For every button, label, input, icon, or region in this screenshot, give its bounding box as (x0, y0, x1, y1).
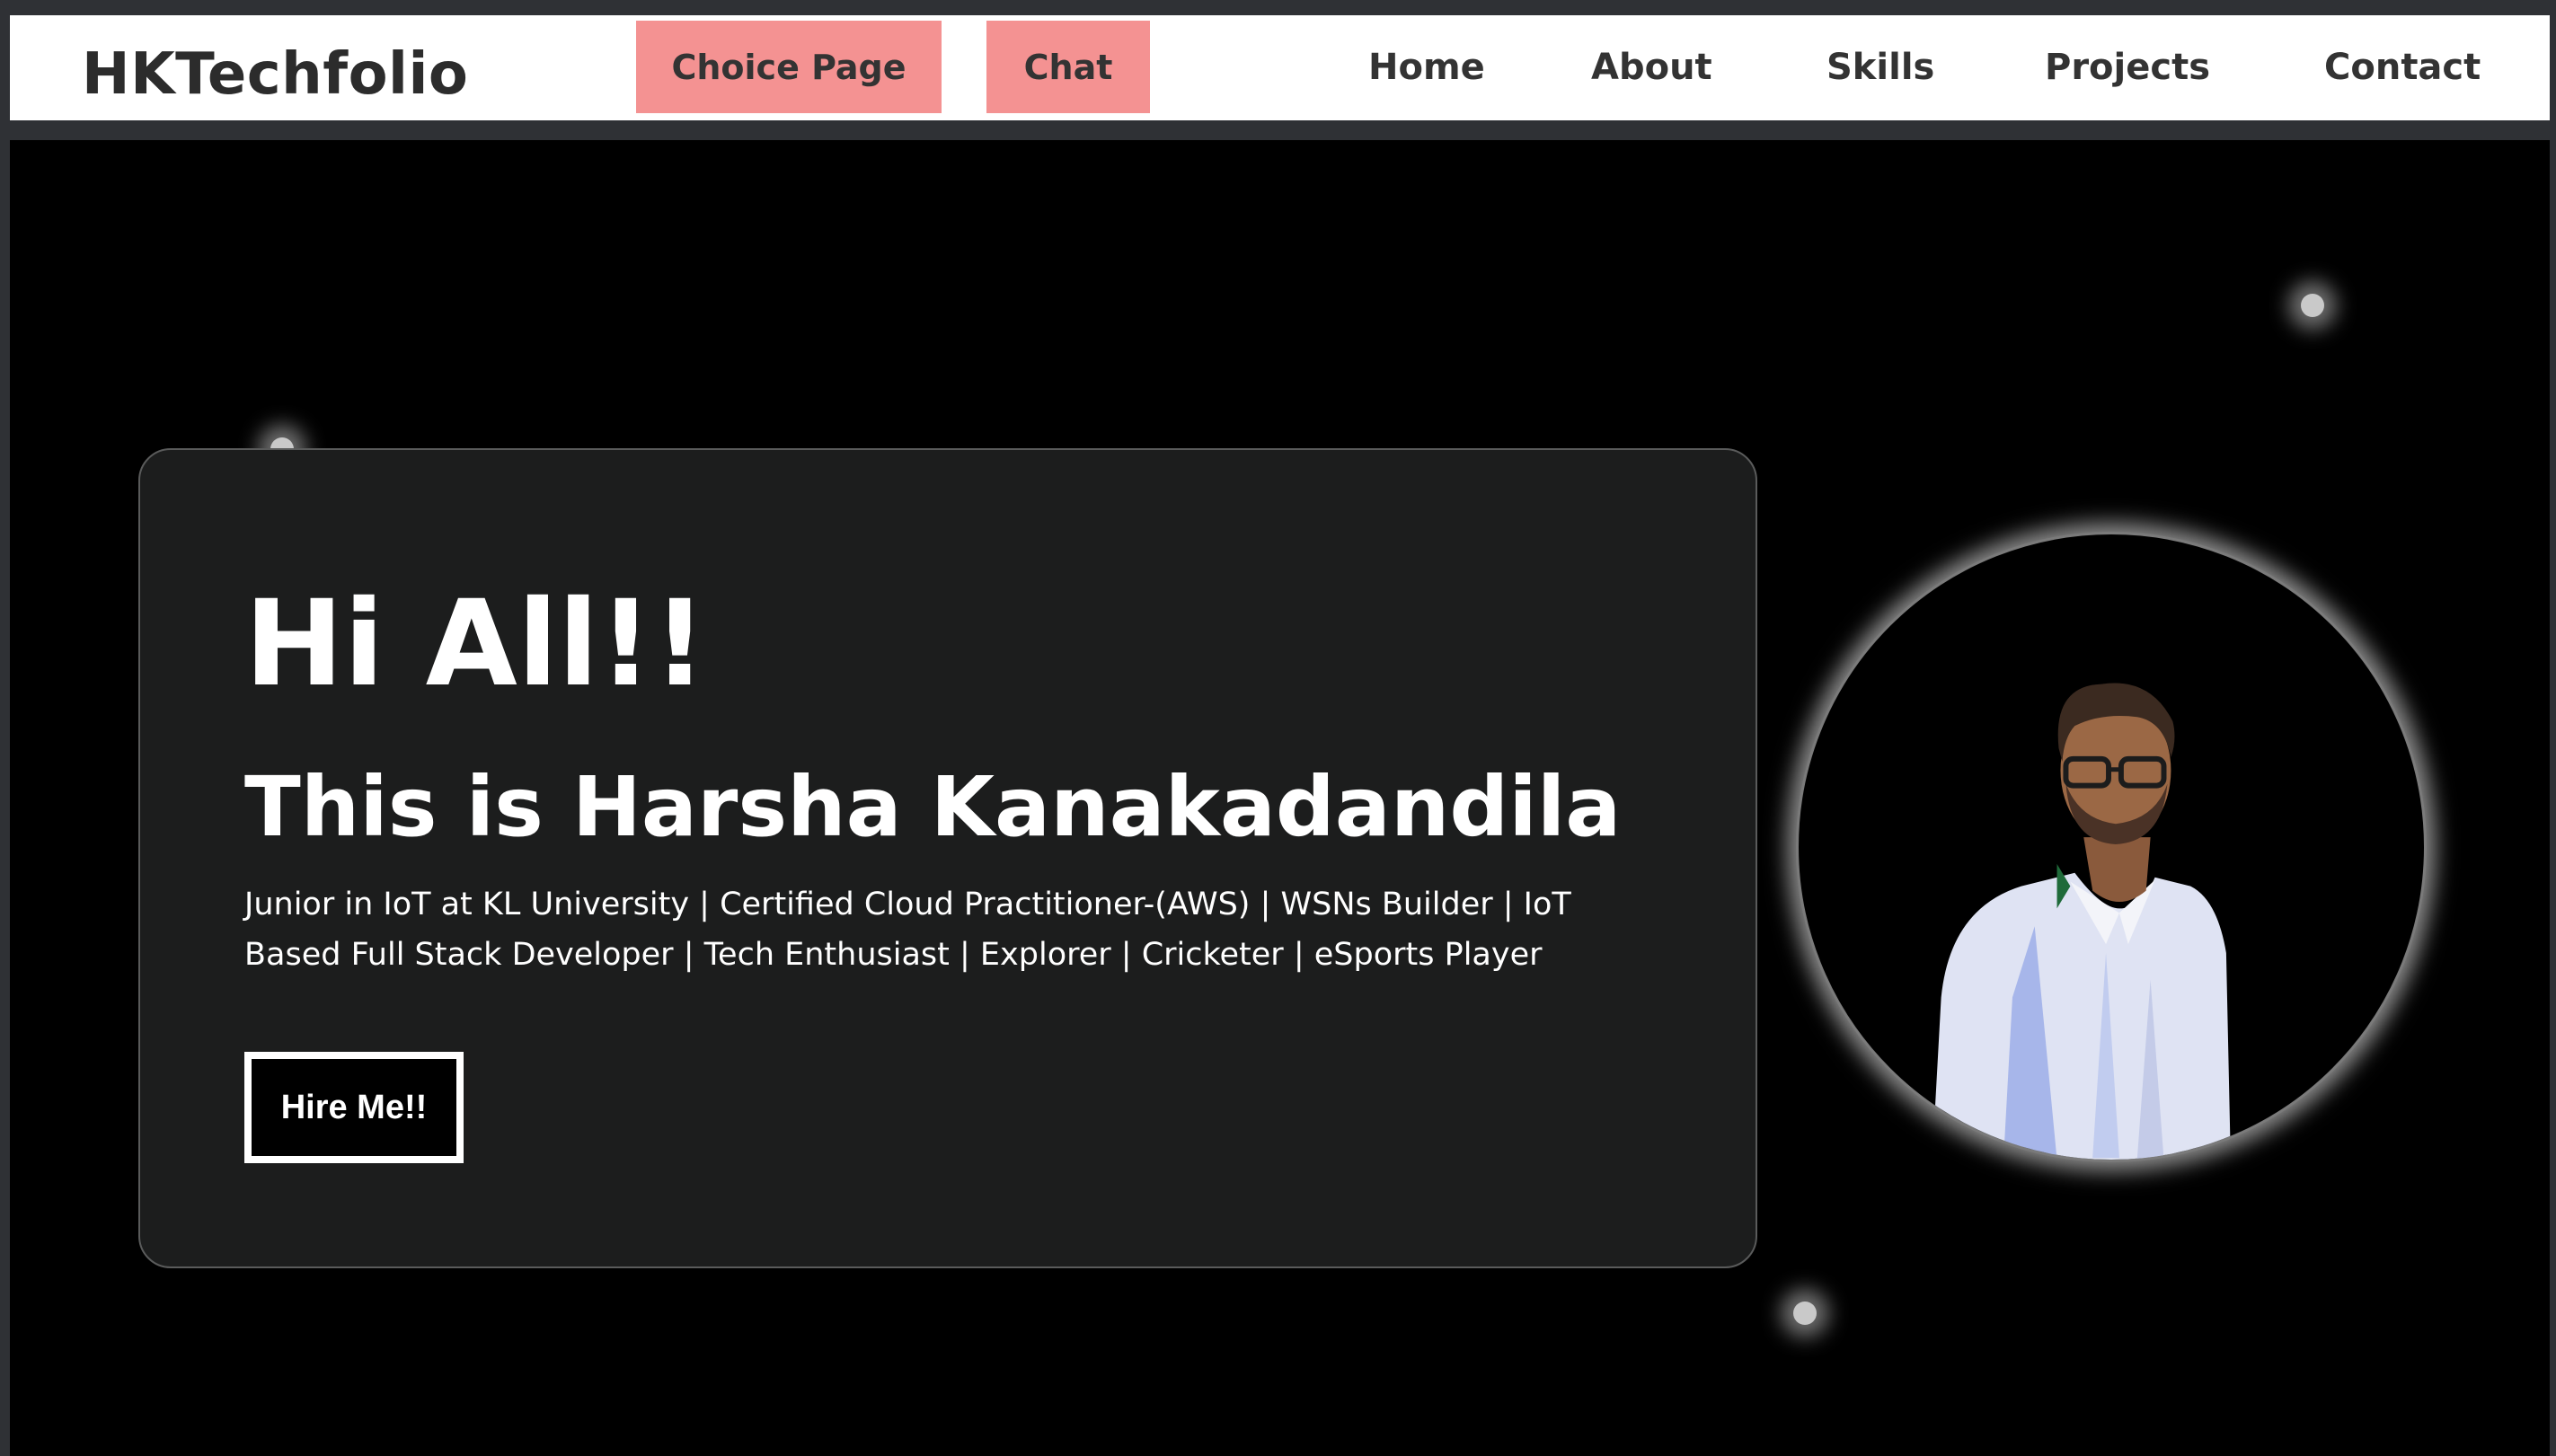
top-navbar: HKTechfolio Choice Page Chat Home About … (10, 15, 2550, 120)
page: HKTechfolio Choice Page Chat Home About … (0, 0, 2556, 1456)
hire-me-button[interactable]: Hire Me!! (244, 1052, 464, 1163)
chat-button[interactable]: Chat (986, 21, 1150, 113)
intro-card: Hi All!! This is Harsha Kanakadandila Ju… (138, 448, 1757, 1268)
person-illustration (1932, 683, 2231, 1160)
greeting-heading: Hi All!! (244, 575, 707, 713)
tagline-text: Junior in IoT at KL University | Certifi… (244, 887, 1571, 973)
choice-page-button[interactable]: Choice Page (636, 21, 942, 113)
nav-link-contact[interactable]: Contact (2324, 42, 2481, 93)
brand-logo[interactable]: HKTechfolio (82, 46, 468, 103)
profile-photo (1796, 532, 2427, 1162)
nav-link-home[interactable]: Home (1368, 42, 1485, 93)
nav-link-skills[interactable]: Skills (1826, 42, 1934, 93)
particle-glow (1793, 1302, 1817, 1325)
particle-glow (2301, 294, 2324, 317)
nav-link-projects[interactable]: Projects (2045, 42, 2210, 93)
hero-section: Hi All!! This is Harsha Kanakadandila Ju… (10, 140, 2550, 1456)
nav-link-about[interactable]: About (1591, 42, 1712, 93)
name-heading: This is Harsha Kanakadandila (244, 759, 1622, 855)
